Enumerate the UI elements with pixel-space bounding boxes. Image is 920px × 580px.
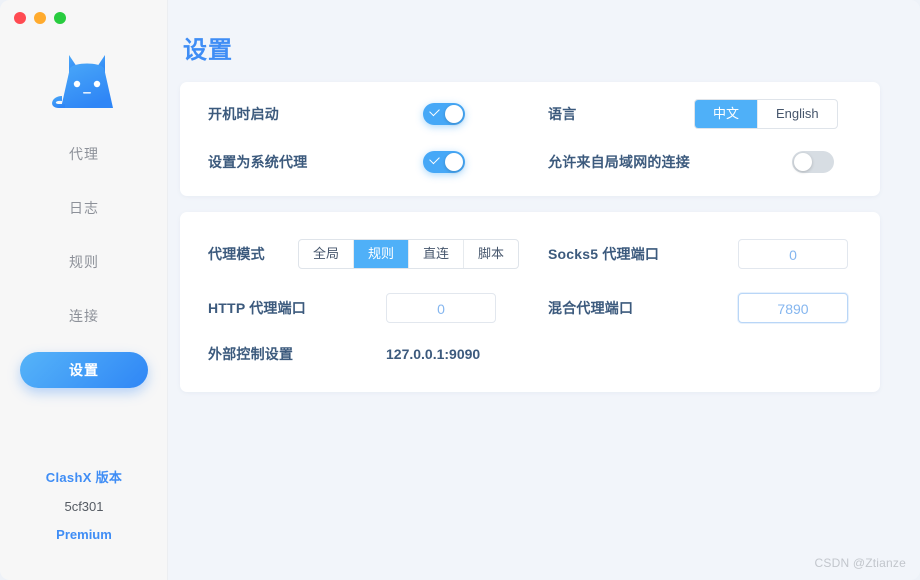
logo-container (0, 46, 168, 118)
sidebar-item-label: 设置 (69, 362, 99, 378)
http-port-setting: HTTP 代理端口 0 (208, 284, 548, 332)
toggle-knob (794, 153, 812, 171)
version-title: ClashX 版本 (45, 470, 123, 485)
sidebar-footer: ClashX 版本 5cf301 Premium (0, 467, 168, 542)
language-option-chinese[interactable]: 中文 (695, 100, 759, 128)
settings-row: 外部控制设置 127.0.0.1:9090 (180, 330, 880, 378)
maximize-button[interactable] (54, 12, 66, 24)
proxy-mode-option-script[interactable]: 脚本 (464, 240, 518, 268)
sidebar-nav: 代理 日志 规则 连接 设置 (0, 136, 168, 406)
check-icon (429, 153, 440, 165)
sidebar-item-logs[interactable]: 日志 (20, 190, 148, 226)
external-controller-value-wrap: 127.0.0.1:9090 (386, 346, 480, 362)
launch-at-login-label: 开机时启动 (208, 106, 279, 122)
close-button[interactable] (14, 12, 26, 24)
system-proxy-toggle-wrap (423, 151, 465, 173)
window-controls (14, 12, 66, 24)
proxy-mode-setting: 代理模式 全局 规则 直连 脚本 (208, 230, 548, 278)
launch-at-login-toggle-wrap (423, 103, 465, 125)
allow-lan-toggle[interactable] (792, 151, 834, 173)
proxy-mode-option-rule[interactable]: 规则 (354, 240, 410, 268)
app-window: 代理 日志 规则 连接 设置 ClashX 版本 5cf301 Premium … (0, 0, 920, 580)
proxy-mode-label: 代理模式 (208, 246, 265, 262)
version-edition: Premium (56, 527, 112, 542)
sidebar-item-connections[interactable]: 连接 (20, 298, 148, 334)
launch-at-login-setting: 开机时启动 (208, 90, 548, 138)
version-hash: 5cf301 (64, 499, 104, 514)
toggle-knob (445, 105, 463, 123)
proxy-mode-control-wrap: 全局 规则 直连 脚本 (298, 239, 520, 269)
mixed-port-input-wrap: 7890 (738, 293, 848, 323)
sidebar-item-label: 连接 (69, 308, 99, 324)
language-setting: 语言 中文 English (548, 90, 868, 138)
general-settings-card: 开机时启动 语言 中文 English 设置为系统代理 允许来自局域网的连接 (180, 82, 880, 196)
system-proxy-setting: 设置为系统代理 (208, 138, 548, 186)
sidebar-item-label: 日志 (69, 200, 99, 216)
settings-row: HTTP 代理端口 0 混合代理端口 7890 (180, 284, 880, 332)
language-option-english[interactable]: English (758, 100, 837, 128)
sidebar-item-label: 规则 (69, 254, 99, 270)
minimize-button[interactable] (34, 12, 46, 24)
http-port-input[interactable]: 0 (386, 293, 496, 323)
proxy-mode-segmented-control: 全局 规则 直连 脚本 (298, 239, 520, 269)
http-port-label: HTTP 代理端口 (208, 300, 306, 316)
sidebar-item-settings[interactable]: 设置 (20, 352, 148, 388)
mixed-port-label: 混合代理端口 (548, 300, 634, 316)
proxy-mode-option-global[interactable]: 全局 (299, 240, 355, 268)
sidebar-item-rules[interactable]: 规则 (20, 244, 148, 280)
check-icon (429, 105, 440, 117)
system-proxy-label: 设置为系统代理 (208, 154, 308, 170)
settings-row: 代理模式 全局 规则 直连 脚本 Socks5 代理端口 0 (180, 230, 880, 278)
main-content: 设置 开机时启动 语言 中文 English 设置为系统代理 允许来自局域网的连… (168, 0, 920, 580)
clashx-cat-logo-icon (52, 55, 113, 108)
sidebar-item-label: 代理 (69, 146, 99, 162)
socks5-port-input[interactable]: 0 (738, 239, 848, 269)
launch-at-login-toggle[interactable] (423, 103, 465, 125)
sidebar-item-proxy[interactable]: 代理 (20, 136, 148, 172)
mixed-port-setting: 混合代理端口 7890 (548, 284, 868, 332)
allow-lan-setting: 允许来自局域网的连接 (548, 138, 868, 186)
http-port-input-wrap: 0 (386, 293, 496, 323)
socks5-port-setting: Socks5 代理端口 0 (548, 230, 868, 278)
language-label: 语言 (548, 106, 577, 122)
socks5-port-input-wrap: 0 (738, 239, 848, 269)
page-title: 设置 (183, 37, 233, 64)
mixed-port-input[interactable]: 7890 (738, 293, 848, 323)
proxy-mode-option-direct[interactable]: 直连 (409, 240, 465, 268)
toggle-knob (445, 153, 463, 171)
system-proxy-toggle[interactable] (423, 151, 465, 173)
external-controller-value[interactable]: 127.0.0.1:9090 (386, 346, 480, 362)
socks5-port-label: Socks5 代理端口 (548, 246, 660, 262)
language-segmented-control: 中文 English (694, 99, 838, 129)
settings-row: 设置为系统代理 允许来自局域网的连接 (180, 138, 880, 186)
watermark: CSDN @Ztianze (814, 556, 906, 570)
external-controller-label: 外部控制设置 (208, 346, 294, 362)
proxy-settings-card: 代理模式 全局 规则 直连 脚本 Socks5 代理端口 0 HTTP 代理端口… (180, 212, 880, 392)
settings-row: 开机时启动 语言 中文 English (180, 90, 880, 138)
allow-lan-label: 允许来自局域网的连接 (548, 154, 690, 170)
sidebar: 代理 日志 规则 连接 设置 ClashX 版本 5cf301 Premium (0, 0, 168, 580)
language-control-wrap: 中文 English (694, 99, 838, 129)
allow-lan-toggle-wrap (792, 151, 834, 173)
external-controller-setting: 外部控制设置 127.0.0.1:9090 (208, 330, 548, 378)
